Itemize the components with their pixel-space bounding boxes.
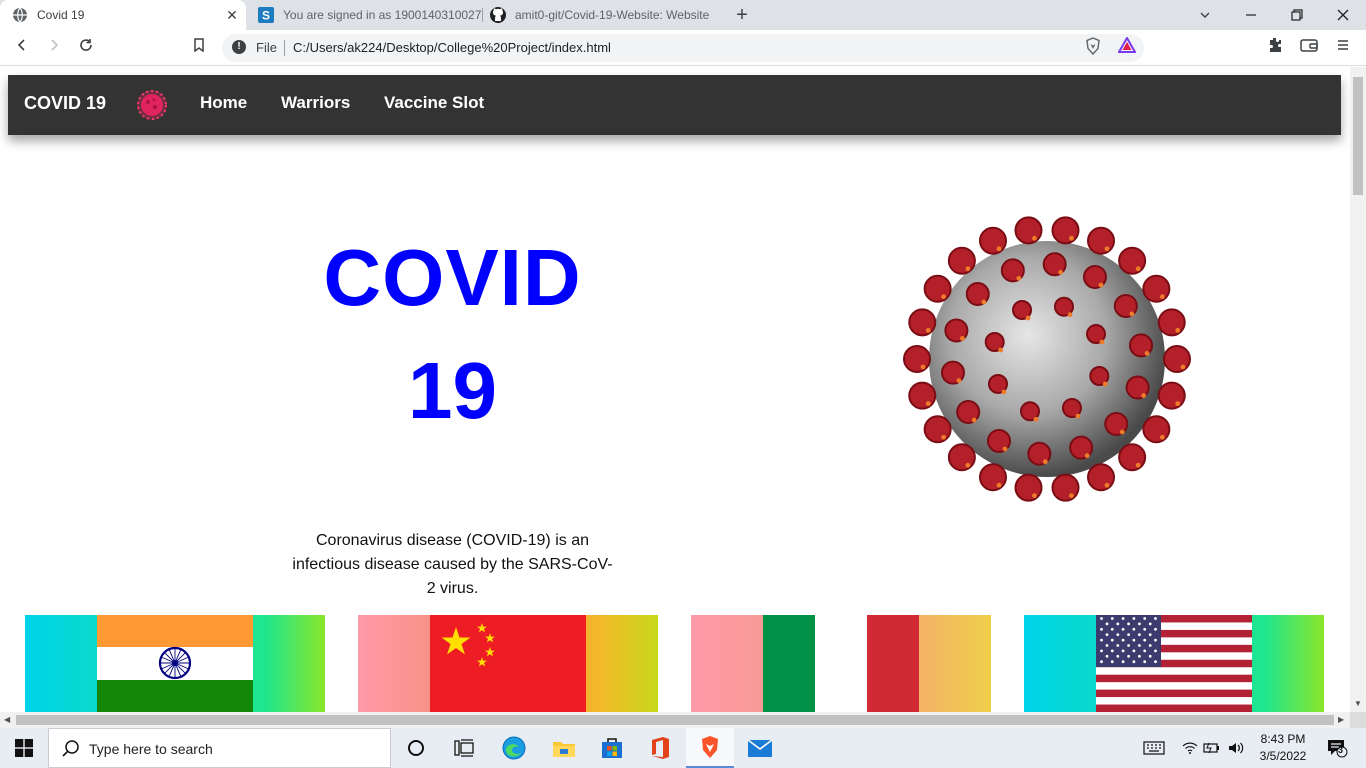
back-arrow-icon[interactable] [11, 37, 33, 59]
volume-icon[interactable] [1226, 728, 1248, 768]
edge-icon[interactable] [490, 728, 538, 768]
tab-github[interactable]: amit0-git/Covid-19-Website: Website [482, 0, 722, 30]
forward-arrow-icon[interactable] [43, 37, 65, 59]
scroll-right-arrow-icon[interactable]: ▶ [1338, 715, 1344, 724]
office-icon[interactable] [636, 728, 684, 768]
nav-vaccine-slot[interactable]: Vaccine Slot [384, 93, 484, 113]
usa-flag-card[interactable] [1024, 615, 1324, 712]
restore-button[interactable] [1274, 0, 1320, 30]
coronavirus-image [895, 207, 1205, 517]
system-clock[interactable]: 8:43 PM 3/5/2022 [1248, 731, 1318, 765]
wallet-icon[interactable] [1298, 37, 1320, 59]
tab-search-icon[interactable] [1182, 0, 1228, 30]
nav-warriors[interactable]: Warriors [281, 93, 350, 113]
notifications-icon[interactable]: 3 [1320, 728, 1354, 768]
new-tab-button[interactable]: + [728, 0, 756, 30]
belgium-flag-card[interactable] [867, 615, 991, 712]
browser-toolbar: ! File C:/Users/ak224/Desktop/College%20… [0, 30, 1366, 66]
github-icon [490, 7, 506, 23]
menu-icon[interactable] [1332, 37, 1354, 59]
reload-icon[interactable] [75, 37, 97, 59]
nav-home[interactable]: Home [200, 93, 247, 113]
info-icon[interactable]: ! [232, 40, 246, 54]
brave-rewards-icon[interactable] [1116, 35, 1138, 59]
vertical-scrollbar[interactable]: ▼ [1350, 67, 1366, 712]
minimize-button[interactable] [1228, 0, 1274, 30]
extensions-icon[interactable] [1264, 37, 1286, 59]
horizontal-scrollbar[interactable]: ◀ ▶ [0, 712, 1350, 728]
tab-signed-in[interactable]: S You are signed in as 1900140310027 [246, 0, 482, 30]
page-viewport: COVID 19 Home Warriors Vaccine Slot COVI… [0, 67, 1350, 712]
bookmark-icon[interactable] [188, 37, 210, 59]
tab-title: You are signed in as 1900140310027 [283, 8, 482, 22]
microsoft-store-icon[interactable] [588, 728, 636, 768]
clock-time: 8:43 PM [1260, 732, 1306, 746]
tab-strip: Covid 19 ✕ S You are signed in as 190014… [0, 0, 1366, 30]
china-flag [430, 615, 586, 712]
italy-flag-card[interactable] [691, 615, 815, 712]
wifi-icon[interactable] [1180, 728, 1200, 768]
close-tab-icon[interactable]: ✕ [224, 7, 240, 23]
belgium-flag [867, 615, 919, 712]
notification-count: 3 [1338, 745, 1344, 755]
url-text[interactable]: C:/Users/ak224/Desktop/College%20Project… [293, 40, 611, 55]
india-flag [97, 615, 253, 712]
site-brand[interactable]: COVID 19 [24, 93, 106, 114]
brave-browser-icon[interactable] [686, 728, 734, 768]
hero-title-line1: COVID [323, 233, 582, 322]
close-window-button[interactable] [1320, 0, 1366, 30]
brave-shield-icon[interactable] [1082, 37, 1104, 59]
hero-title-line2: 19 [408, 346, 497, 435]
vertical-scroll-thumb[interactable] [1353, 77, 1363, 195]
india-flag-card[interactable] [25, 615, 325, 712]
site-navbar: COVID 19 Home Warriors Vaccine Slot [8, 75, 1341, 135]
svg-text:S: S [262, 9, 270, 23]
horizontal-scroll-thumb[interactable] [16, 715, 1334, 725]
scroll-left-arrow-icon[interactable]: ◀ [4, 715, 10, 724]
clock-date: 3/5/2022 [1259, 749, 1307, 763]
globe-icon [12, 7, 28, 23]
windows-taskbar: Type here to search 8:43 PM 3/5/2022 3 [0, 728, 1366, 768]
task-view-icon[interactable] [440, 728, 488, 768]
address-bar[interactable]: ! File C:/Users/ak224/Desktop/College%20… [222, 34, 1144, 62]
search-icon [61, 739, 81, 759]
scroll-down-arrow-icon[interactable]: ▼ [1354, 699, 1362, 708]
keyboard-icon[interactable] [1140, 728, 1168, 768]
search-placeholder: Type here to search [89, 741, 213, 757]
hero-description: Coronavirus disease (COVID-19) is an inf… [292, 532, 613, 597]
tab-covid-19[interactable]: Covid 19 ✕ [0, 0, 246, 30]
tab-title: Covid 19 [37, 8, 85, 22]
china-flag-card[interactable] [358, 615, 658, 712]
virus-logo-icon [136, 89, 168, 121]
scheme-label: File [256, 40, 277, 55]
file-explorer-icon[interactable] [540, 728, 588, 768]
mail-icon[interactable] [736, 728, 784, 768]
scrollbar-corner [1350, 712, 1366, 728]
italy-flag [763, 615, 815, 712]
taskbar-search-box[interactable]: Type here to search [48, 728, 391, 768]
usa-flag [1096, 615, 1252, 712]
cortana-icon[interactable] [392, 728, 440, 768]
start-button[interactable] [0, 728, 48, 768]
tab-title: amit0-git/Covid-19-Website: Website [515, 8, 710, 22]
battery-icon[interactable] [1202, 728, 1222, 768]
s-logo-icon: S [258, 7, 274, 23]
omnibox-divider [284, 40, 285, 56]
